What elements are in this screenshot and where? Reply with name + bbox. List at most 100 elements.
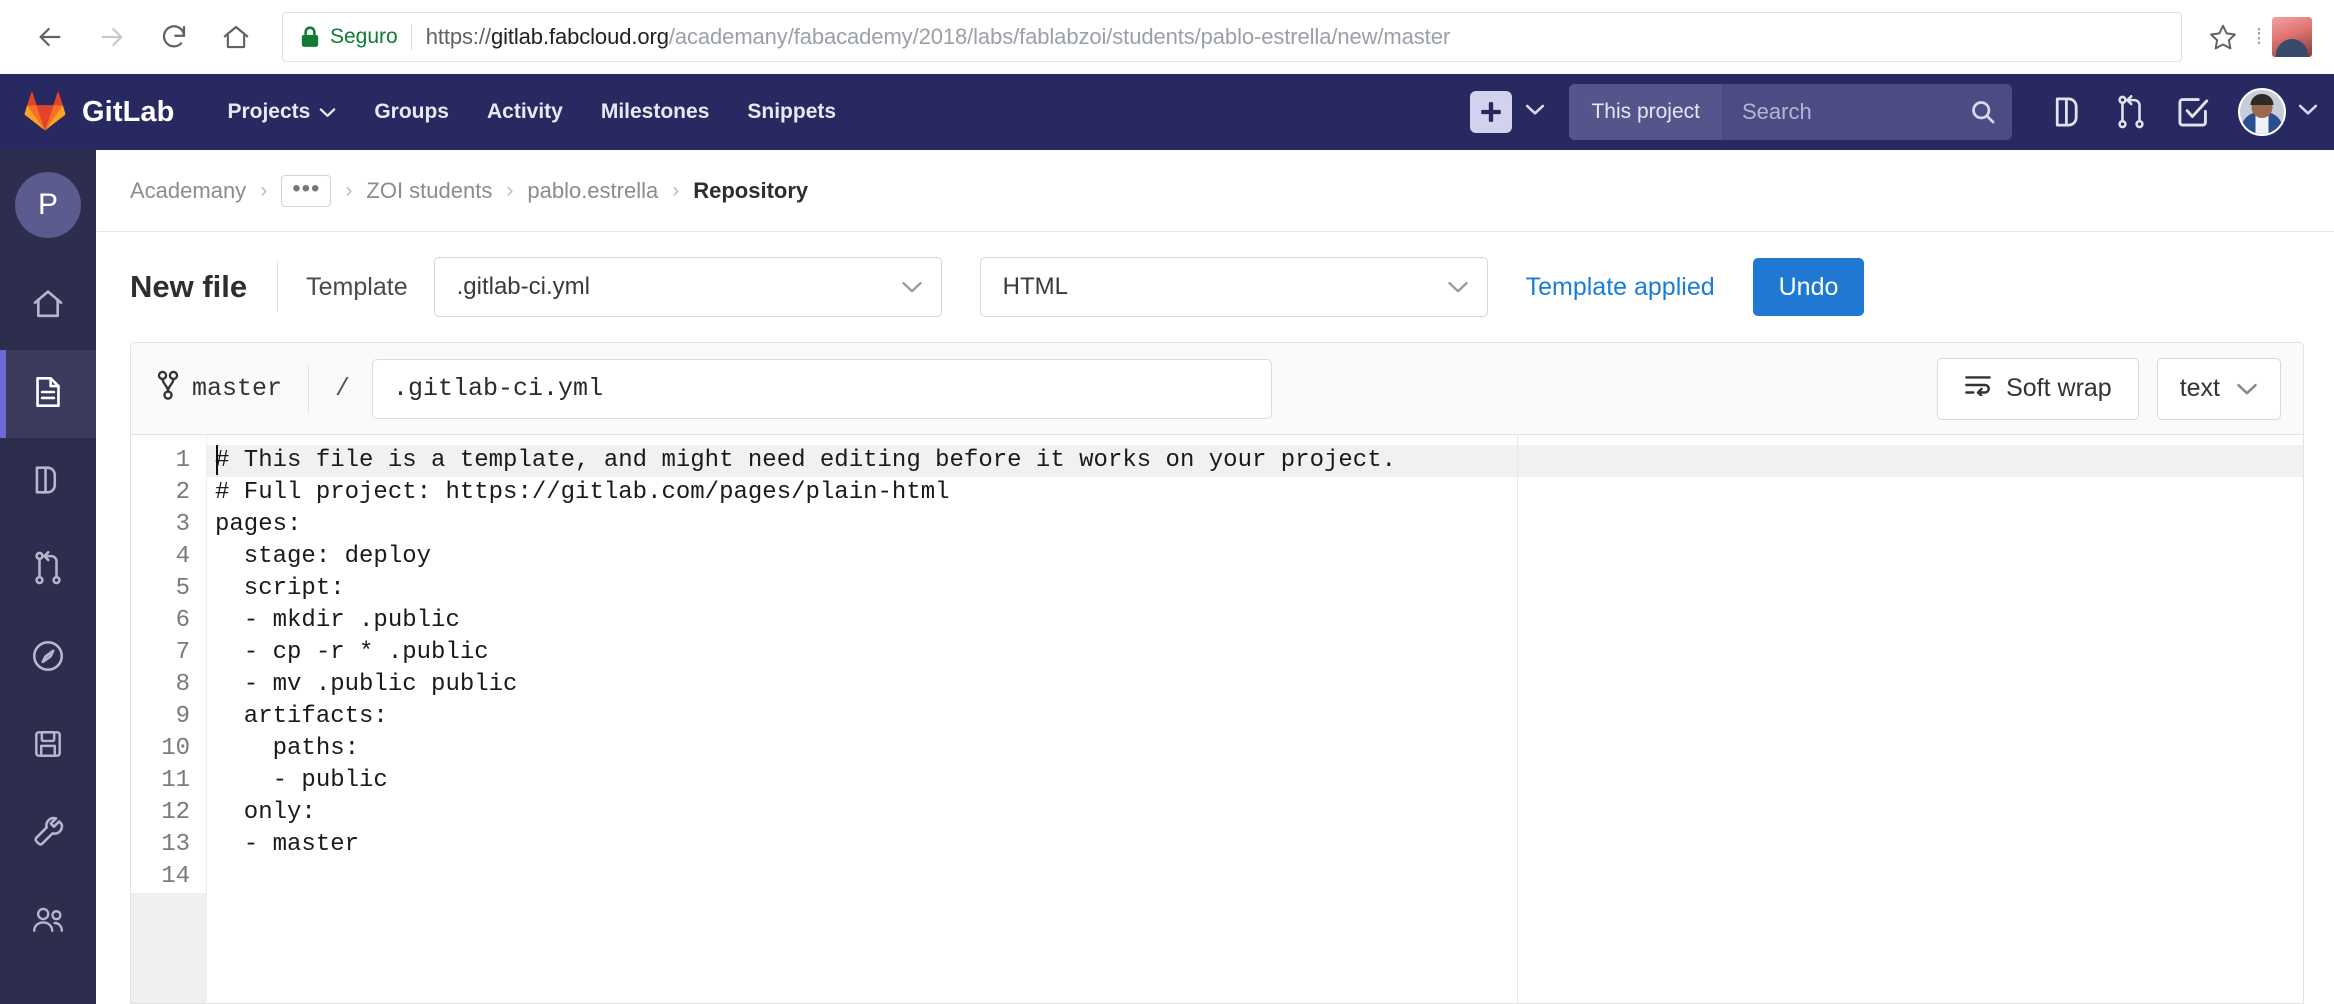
merge-requests-icon xyxy=(33,550,63,590)
new-dropdown[interactable] xyxy=(1470,91,1545,133)
url-divider xyxy=(410,24,412,50)
template-applied-link[interactable]: Template applied xyxy=(1526,273,1715,302)
browser-menu-icon[interactable]: ⁞ xyxy=(2256,24,2262,50)
search-scope-label[interactable]: This project xyxy=(1569,84,1722,140)
line-number: 14 xyxy=(161,863,190,890)
branch-name: master xyxy=(192,374,283,403)
issues-book-icon xyxy=(32,464,64,501)
code-line[interactable]: - mv .public public xyxy=(207,669,2303,701)
code-line[interactable]: - cp -r * .public xyxy=(207,637,2303,669)
line-number: 3 xyxy=(175,511,190,538)
editor-toolbar: Soft wrap text xyxy=(1937,357,2281,420)
template-select-value: .gitlab-ci.yml xyxy=(456,273,590,300)
nav-link-snippets[interactable]: Snippets xyxy=(728,100,855,124)
wrench-icon xyxy=(32,816,64,853)
browser-actions: ⁞ xyxy=(2200,14,2312,60)
nav-link-milestones[interactable]: Milestones xyxy=(582,100,729,124)
soft-wrap-button[interactable]: Soft wrap xyxy=(1937,357,2139,420)
editor-mode-select[interactable]: text xyxy=(2156,357,2281,420)
code-line[interactable]: pages: xyxy=(207,509,2303,541)
undo-button[interactable]: Undo xyxy=(1752,258,1865,316)
code-content[interactable]: # This file is a template, and might nee… xyxy=(207,435,2303,1003)
template-label: Template xyxy=(306,272,408,301)
browser-nav-buttons xyxy=(22,9,264,65)
language-select[interactable]: HTML xyxy=(979,257,1488,317)
chevron-down-icon[interactable] xyxy=(2298,103,2318,121)
project-avatar[interactable]: P xyxy=(15,172,81,238)
line-number: 5 xyxy=(175,575,190,602)
code-line[interactable]: - master xyxy=(207,829,2303,861)
user-menu[interactable] xyxy=(2238,88,2318,136)
code-editor[interactable]: 1 2 3 4 5 6 7 8 9 10 11 12 13 14 # This file is a tem… xyxy=(131,435,2303,1003)
code-line[interactable]: script: xyxy=(207,573,2303,605)
breadcrumb-item-repository[interactable]: Repository xyxy=(693,178,808,204)
sidebar-item-repository[interactable] xyxy=(0,350,96,438)
breadcrumb-item-pablo-estrella[interactable]: pablo.estrella xyxy=(527,178,658,204)
chevron-down-icon xyxy=(319,100,336,124)
reload-button[interactable] xyxy=(146,9,202,65)
file-path-bar: master / Soft wrap text xyxy=(131,343,2303,435)
code-line[interactable]: paths: xyxy=(207,733,2303,765)
search-input-wrapper[interactable] xyxy=(1722,84,2012,140)
filename-input[interactable] xyxy=(372,358,1273,419)
nav-link-projects-label: Projects xyxy=(227,100,311,123)
home-icon xyxy=(31,287,65,326)
sidebar-item-settings[interactable] xyxy=(0,790,96,878)
branch-icon xyxy=(157,370,179,408)
nav-link-activity[interactable]: Activity xyxy=(468,100,582,124)
breadcrumb-separator: › xyxy=(506,178,514,202)
browser-profile-icon[interactable] xyxy=(2272,17,2312,57)
search-icon[interactable] xyxy=(1970,99,1996,125)
code-line[interactable] xyxy=(207,861,2303,893)
code-line[interactable]: # Full project: https://gitlab.com/pages… xyxy=(207,477,2303,509)
soft-wrap-label: Soft wrap xyxy=(2006,374,2112,402)
breadcrumb-item-zoi-students[interactable]: ZOI students xyxy=(366,178,492,204)
breadcrumb: Academany › ••• › ZOI students › pablo.e… xyxy=(96,150,2334,232)
line-number: 11 xyxy=(161,767,190,794)
back-button[interactable] xyxy=(22,9,78,65)
save-disk-icon xyxy=(32,728,64,765)
star-icon[interactable] xyxy=(2200,14,2246,60)
sidebar-item-issues[interactable] xyxy=(0,438,96,526)
line-number: 12 xyxy=(161,799,190,826)
sidebar-item-members[interactable] xyxy=(0,878,96,966)
chevron-down-icon xyxy=(883,273,923,301)
address-bar[interactable]: Seguro https://gitlab.fabcloud.org/acade… xyxy=(282,12,2182,62)
merge-requests-icon[interactable] xyxy=(2100,81,2162,143)
secure-label: Seguro xyxy=(330,25,398,48)
sidebar-item-merge-requests[interactable] xyxy=(0,526,96,614)
template-select[interactable]: .gitlab-ci.yml xyxy=(433,257,942,317)
plus-icon[interactable] xyxy=(1470,91,1513,133)
nav-link-projects[interactable]: Projects xyxy=(208,100,355,124)
code-line[interactable]: stage: deploy xyxy=(207,541,2303,573)
user-avatar[interactable] xyxy=(2238,88,2286,136)
code-line[interactable]: # This file is a template, and might nee… xyxy=(207,445,2303,477)
users-icon xyxy=(30,904,66,941)
search-bar[interactable]: This project xyxy=(1569,84,2012,140)
breadcrumb-item-ellipsis[interactable]: ••• xyxy=(281,174,332,207)
language-select-value: HTML xyxy=(1002,273,1068,300)
code-line[interactable]: - mkdir .public xyxy=(207,605,2303,637)
forward-button[interactable] xyxy=(84,9,140,65)
line-number: 9 xyxy=(175,703,190,730)
issues-icon[interactable] xyxy=(2038,81,2100,143)
code-line[interactable]: artifacts: xyxy=(207,701,2303,733)
branch-indicator: master xyxy=(157,370,282,408)
todos-icon[interactable] xyxy=(2162,81,2224,143)
lock-icon xyxy=(299,25,321,49)
search-input[interactable] xyxy=(1742,99,1994,125)
home-button[interactable] xyxy=(208,9,264,65)
gitlab-brand-text: GitLab xyxy=(82,95,175,128)
chevron-down-icon[interactable] xyxy=(1525,103,1545,121)
breadcrumb-item-academany[interactable]: Academany xyxy=(130,178,246,204)
app-body: P Academany › ••• › ZOI students › pablo… xyxy=(0,150,2334,1004)
sidebar-item-overview[interactable] xyxy=(0,262,96,350)
nav-link-groups[interactable]: Groups xyxy=(355,100,468,124)
sidebar-item-snippets[interactable] xyxy=(0,702,96,790)
sidebar-item-ci-cd[interactable] xyxy=(0,614,96,702)
nav-link-snippets-label: Snippets xyxy=(747,100,837,123)
chevron-down-icon xyxy=(2236,374,2258,403)
code-line[interactable]: only: xyxy=(207,797,2303,829)
gitlab-home-link[interactable]: GitLab xyxy=(22,88,174,137)
code-line[interactable]: - public xyxy=(207,765,2303,797)
